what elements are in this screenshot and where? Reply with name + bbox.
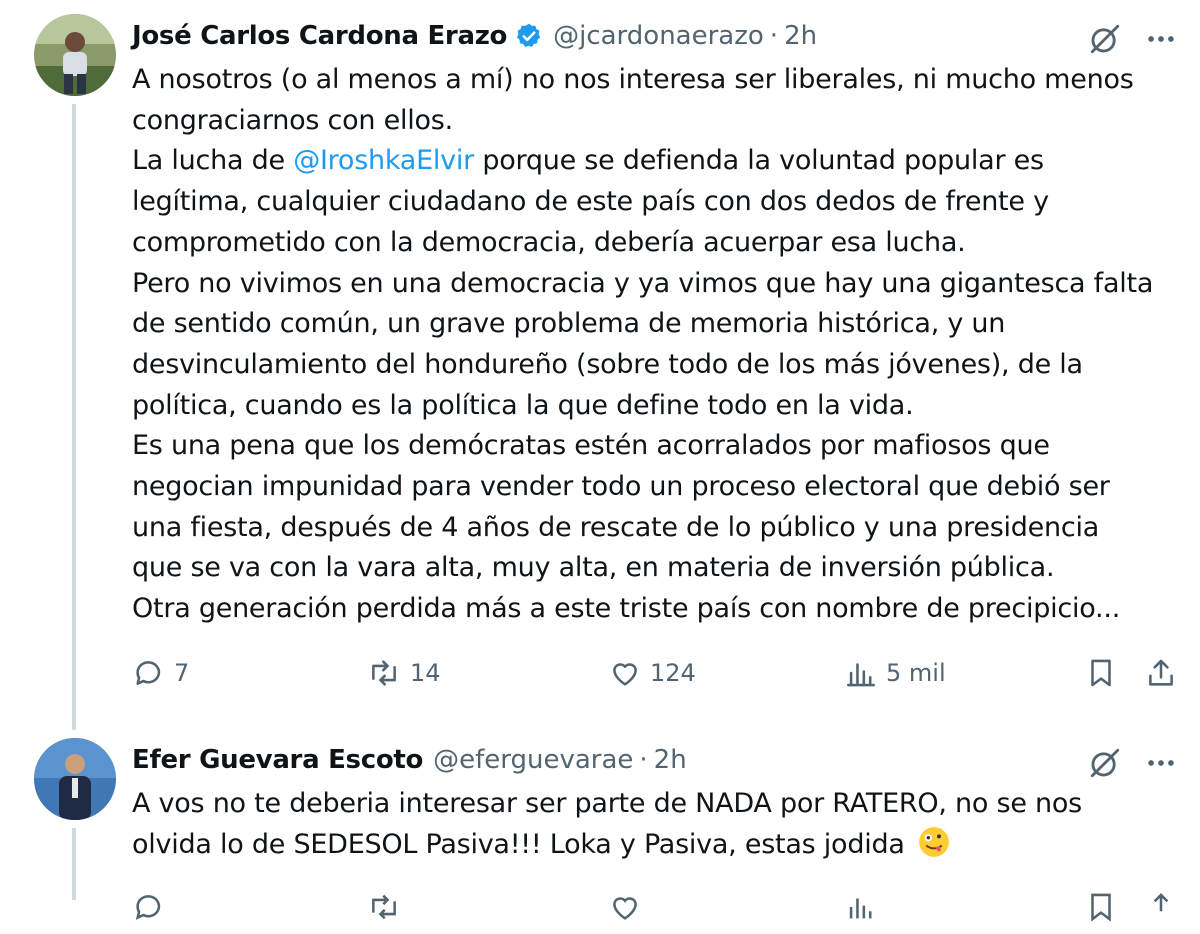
verified-badge-icon <box>515 22 543 50</box>
like-icon[interactable] <box>608 890 642 924</box>
text-line: La lucha de @IroshkaElvir porque se defi… <box>132 141 1192 182</box>
avatar[interactable] <box>34 738 116 820</box>
reply-icon <box>136 661 161 685</box>
text-line: negocian impunidad para vender todo un p… <box>132 471 1110 503</box>
timestamp[interactable]: 2h <box>784 21 817 51</box>
text-line: Es una pena que los demócratas estén aco… <box>132 430 1050 462</box>
author-handle[interactable]: @eferguevarae <box>433 745 633 775</box>
more-icon[interactable] <box>1144 22 1178 60</box>
author-name[interactable]: Efer Guevara Escoto <box>132 745 423 775</box>
reply-button[interactable]: 7 <box>132 656 189 690</box>
bookmark-icon[interactable] <box>1084 890 1118 924</box>
text-line: A vos no te deberia interesar ser parte … <box>132 788 1082 819</box>
tweet-text: A nosotros (o al menos a mí) no nos inte… <box>132 60 1192 630</box>
share-button[interactable] <box>1144 656 1178 690</box>
views-icon[interactable] <box>844 890 878 924</box>
thread-line <box>72 828 76 900</box>
tweet-main[interactable]: José Carlos Cardona Erazo @jcardonaerazo… <box>0 0 1200 730</box>
share-icon <box>1149 659 1173 686</box>
repost-icon[interactable] <box>366 890 402 924</box>
text-line: congraciarnos con ellos. <box>132 104 453 136</box>
text-segment: La lucha de <box>132 145 294 177</box>
zany-face-emoji-icon <box>917 825 951 859</box>
share-icon[interactable] <box>1144 890 1178 924</box>
text-line: de sentido común, un grave problema de m… <box>132 308 1006 340</box>
reply-count: 7 <box>174 659 190 687</box>
bookmark-button[interactable] <box>1084 656 1118 690</box>
repost-button[interactable]: 14 <box>366 656 441 690</box>
repost-count: 14 <box>410 659 441 687</box>
text-line: A nosotros (o al menos a mí) no nos inte… <box>132 64 1134 95</box>
mention-link[interactable]: @IroshkaElvir <box>293 145 474 176</box>
text-line: que se va con la vara alta, muy alta, en… <box>132 552 1055 584</box>
text-line: política, cuando es la política la que d… <box>132 389 914 421</box>
action-bar: 7 14 124 5 mil <box>132 652 1192 696</box>
grok-icon[interactable] <box>1088 746 1122 784</box>
author-handle[interactable]: @jcardonaerazo <box>553 21 764 51</box>
separator: · <box>639 745 648 775</box>
like-icon <box>613 663 637 686</box>
separator: · <box>769 21 779 51</box>
more-icon[interactable] <box>1144 746 1178 784</box>
text-line: Pero no vivimos en una democracia y ya v… <box>132 267 1154 299</box>
text-line: olvida lo de SEDESOL Pasiva!!! Loka y Pa… <box>132 825 1192 866</box>
views-button[interactable]: 5 mil <box>844 656 946 690</box>
action-bar-partial <box>132 890 1192 934</box>
thread-line <box>72 104 76 730</box>
text-segment: porque se defienda la voluntad popular e… <box>473 145 1044 177</box>
like-button[interactable]: 124 <box>608 656 696 690</box>
bookmark-icon <box>1091 659 1111 687</box>
reply-icon[interactable] <box>132 890 166 924</box>
avatar[interactable] <box>34 14 116 96</box>
text-line: desvinculamiento del hondureño (sobre to… <box>132 348 1083 380</box>
text-line: una fiesta, después de 4 años de rescate… <box>132 511 1100 543</box>
text-segment: olvida lo de SEDESOL Pasiva!!! Loka y Pa… <box>132 828 913 860</box>
grok-icon[interactable] <box>1088 22 1122 60</box>
tweet-text: A vos no te deberia interesar ser parte … <box>132 784 1192 865</box>
text-line: Otra generación perdida más a este trist… <box>132 593 1121 625</box>
views-count: 5 mil <box>886 659 946 687</box>
views-icon <box>846 663 876 687</box>
text-line: comprometido con la democracia, debería … <box>132 226 966 258</box>
repost-icon <box>372 660 396 686</box>
tweet-reply[interactable]: Efer Guevara Escoto @eferguevarae · 2h A… <box>0 730 1200 922</box>
tweet-header: José Carlos Cardona Erazo @jcardonaerazo… <box>132 16 817 56</box>
like-count: 124 <box>650 659 696 687</box>
author-name[interactable]: José Carlos Cardona Erazo <box>132 21 507 51</box>
text-line: legítima, cualquier ciudadano de este pa… <box>132 186 1049 218</box>
timestamp[interactable]: 2h <box>654 745 687 775</box>
tweet-header: Efer Guevara Escoto @eferguevarae · 2h <box>132 740 687 780</box>
